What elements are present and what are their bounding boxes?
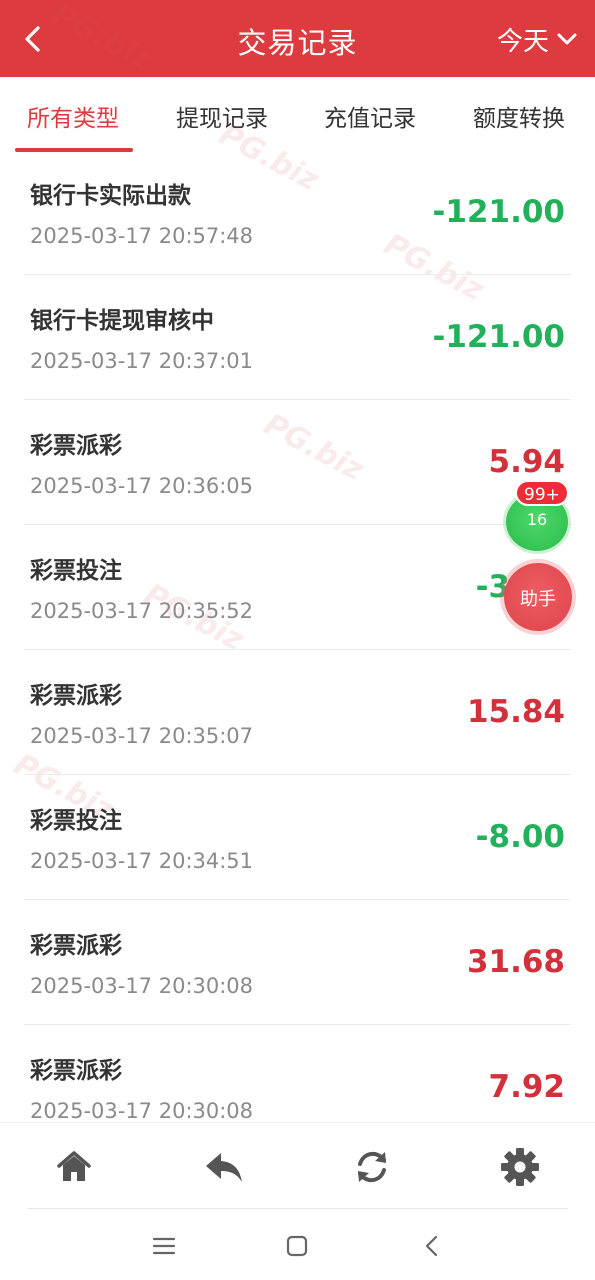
list-item[interactable]: 彩票派彩 2025-03-17 20:36:05 5.94	[24, 400, 571, 525]
notification-badge: 99+	[515, 480, 569, 506]
record-amount: 15.84	[466, 694, 565, 730]
record-amount: 31.68	[466, 944, 565, 980]
record-amount: -121.00	[432, 319, 566, 355]
transaction-list: 银行卡实际出款 2025-03-17 20:57:48 -121.00 银行卡提…	[0, 150, 595, 1122]
record-time: 2025-03-17 20:37:01	[30, 349, 254, 373]
list-item[interactable]: 彩票派彩 2025-03-17 20:30:08 31.68	[24, 900, 571, 1025]
record-amount: -121.00	[432, 194, 566, 230]
record-time: 2025-03-17 20:30:08	[30, 974, 254, 998]
reply-icon[interactable]	[203, 1147, 243, 1187]
system-nav-bar	[0, 1209, 595, 1280]
list-item[interactable]: 彩票派彩 2025-03-17 20:35:07 15.84	[24, 650, 571, 775]
record-type: 彩票投注	[30, 558, 122, 584]
record-type: 彩票派彩	[30, 683, 122, 709]
record-amount: 7.92	[488, 1069, 566, 1105]
record-time: 2025-03-17 20:36:05	[30, 474, 254, 498]
record-type: 彩票派彩	[30, 933, 122, 959]
period-label: 今天	[496, 26, 549, 57]
record-amount: 5.94	[488, 444, 566, 480]
menu-icon[interactable]	[149, 1231, 179, 1261]
tab-deposit-records[interactable]: 充值记录	[324, 99, 416, 133]
list-item[interactable]: 银行卡实际出款 2025-03-17 20:57:48 -121.00	[24, 150, 571, 275]
record-time: 2025-03-17 20:57:48	[30, 224, 254, 248]
gear-icon[interactable]	[500, 1147, 540, 1187]
list-item[interactable]: 彩票投注 2025-03-17 20:34:51 -8.00	[24, 775, 571, 900]
tab-withdraw-records[interactable]: 提现记录	[176, 99, 268, 133]
tab-quota-transfer[interactable]: 额度转换	[473, 99, 565, 133]
chevron-down-icon	[557, 32, 577, 46]
record-amount: -8.00	[475, 819, 565, 855]
assistant-label: 助手	[520, 589, 556, 610]
message-count: 16	[526, 510, 548, 529]
list-item[interactable]: 银行卡提现审核中 2025-03-17 20:37:01 -121.00	[24, 275, 571, 400]
tab-all-types[interactable]: 所有类型	[27, 99, 119, 133]
record-type: 银行卡实际出款	[30, 183, 191, 209]
assistant-float-button[interactable]: 助手	[504, 563, 572, 631]
record-type: 银行卡提现审核中	[30, 308, 214, 334]
record-time: 2025-03-17 20:34:51	[30, 849, 254, 873]
list-item[interactable]: 彩票派彩 2025-03-17 20:30:08 7.92	[24, 1025, 571, 1122]
tab-bar: 所有类型 提现记录 充值记录 额度转换	[0, 77, 595, 157]
record-type: 彩票派彩	[30, 1058, 122, 1084]
app-header: 交易记录 今天	[0, 0, 595, 77]
home-icon[interactable]	[54, 1147, 94, 1187]
record-type: 彩票派彩	[30, 433, 122, 459]
refresh-icon[interactable]	[352, 1147, 392, 1187]
home-square-icon[interactable]	[282, 1231, 312, 1261]
record-type: 彩票投注	[30, 808, 122, 834]
record-time: 2025-03-17 20:35:52	[30, 599, 254, 623]
period-selector[interactable]: 今天	[496, 22, 577, 57]
record-time: 2025-03-17 20:30:08	[30, 1099, 254, 1122]
record-time: 2025-03-17 20:35:07	[30, 724, 254, 748]
back-icon[interactable]	[417, 1231, 447, 1261]
bottom-toolbar	[0, 1122, 595, 1210]
list-item[interactable]: 彩票投注 2025-03-17 20:35:52 -3.00	[24, 525, 571, 650]
